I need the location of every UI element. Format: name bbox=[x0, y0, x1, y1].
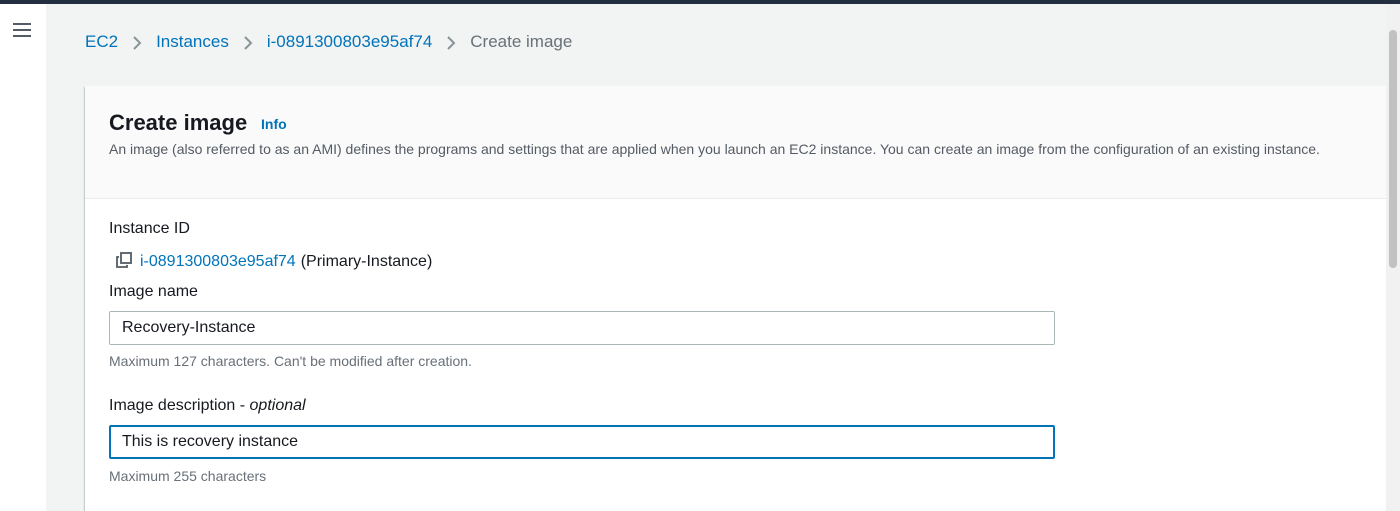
create-image-panel: Create image Info An image (also referre… bbox=[85, 86, 1386, 511]
breadcrumb-instance-id[interactable]: i-0891300803e95af74 bbox=[267, 32, 432, 52]
image-description-input[interactable] bbox=[109, 425, 1055, 459]
instance-id-label: Instance ID bbox=[109, 220, 190, 237]
info-link[interactable]: Info bbox=[261, 116, 287, 132]
page-description: An image (also referred to as an AMI) de… bbox=[109, 141, 1320, 157]
breadcrumb-current: Create image bbox=[470, 32, 573, 51]
breadcrumb: EC2 Instances i-0891300803e95af74 Create… bbox=[85, 30, 572, 54]
image-description-hint: Maximum 255 characters bbox=[109, 468, 267, 484]
image-name-input[interactable] bbox=[109, 311, 1055, 345]
image-description-label: Image description - optional bbox=[109, 397, 306, 415]
panel-header: Create image Info An image (also referre… bbox=[85, 86, 1386, 199]
chevron-right-icon bbox=[118, 32, 156, 52]
chevron-right-icon bbox=[432, 32, 470, 52]
page-title: Create image bbox=[109, 110, 248, 135]
side-navigation-collapsed bbox=[0, 4, 46, 511]
image-description-label-text: Image description bbox=[109, 397, 236, 414]
breadcrumb-ec2[interactable]: EC2 bbox=[85, 32, 118, 52]
breadcrumb-instances[interactable]: Instances bbox=[156, 32, 229, 52]
instance-id-value: i-0891300803e95af74 (Primary-Instance) bbox=[115, 251, 432, 273]
hamburger-menu-icon[interactable] bbox=[13, 22, 31, 38]
label-separator: - bbox=[235, 397, 250, 414]
top-navigation-bar bbox=[0, 0, 1400, 4]
copy-icon[interactable] bbox=[115, 251, 140, 274]
image-name-hint: Maximum 127 characters. Can't be modifie… bbox=[109, 353, 472, 369]
image-name-label: Image name bbox=[109, 283, 198, 300]
optional-tag: optional bbox=[249, 397, 306, 414]
scrollbar-thumb[interactable] bbox=[1389, 30, 1397, 268]
chevron-right-icon bbox=[229, 32, 267, 52]
instance-id-link[interactable]: i-0891300803e95af74 bbox=[140, 253, 296, 271]
page-scrollbar[interactable] bbox=[1386, 4, 1400, 511]
instance-name: (Primary-Instance) bbox=[300, 253, 433, 270]
